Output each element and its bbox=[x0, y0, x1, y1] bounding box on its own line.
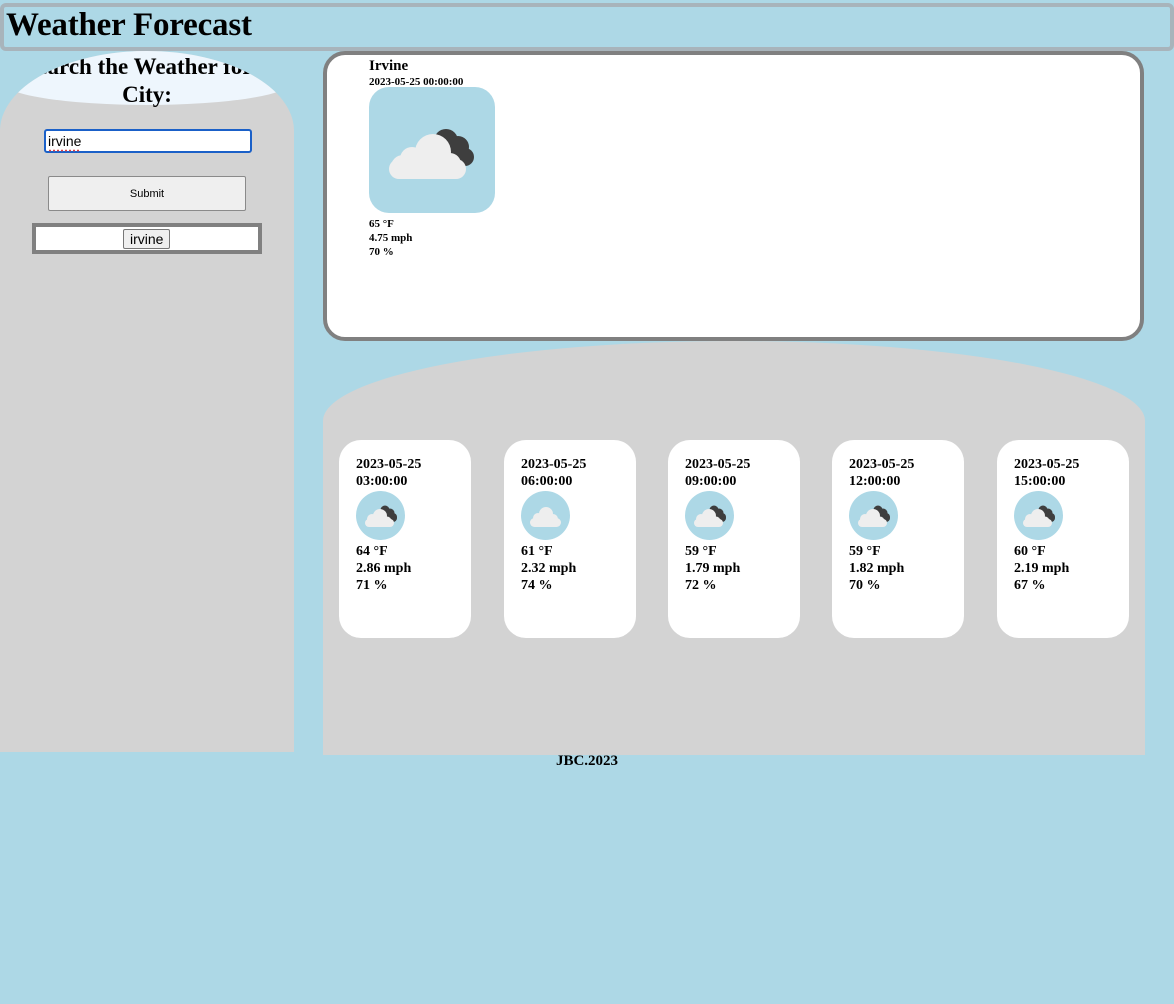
forecast-panel: 2023-05-25 03:00:00 64 °F 2.86 mph 71 % 2… bbox=[323, 341, 1145, 755]
cloud-icon bbox=[521, 491, 570, 540]
sidebar-title: Search the Weather for a City: bbox=[24, 54, 270, 107]
current-weather-card: Irvine 2023-05-25 00:00:00 65 °F 4.75 mp… bbox=[323, 51, 1144, 341]
search-sidebar: Search the Weather for a City: Submit ir… bbox=[0, 51, 294, 752]
forecast-datetime: 2023-05-25 12:00:00 bbox=[849, 457, 915, 489]
forecast-wind-speed: 1.82 mph bbox=[849, 561, 905, 576]
forecast-card: 2023-05-25 09:00:00 59 °F 1.79 mph 72 % bbox=[668, 440, 800, 638]
current-city-name: Irvine bbox=[369, 58, 409, 74]
forecast-wind-speed: 1.79 mph bbox=[685, 561, 741, 576]
cloudy-icon bbox=[356, 491, 405, 540]
submit-button[interactable]: Submit bbox=[48, 176, 246, 211]
forecast-datetime: 2023-05-25 09:00:00 bbox=[685, 457, 751, 489]
city-search-input[interactable] bbox=[44, 129, 252, 153]
forecast-humidity: 70 % bbox=[849, 578, 881, 593]
forecast-temperature: 64 °F bbox=[356, 544, 388, 559]
history-city-button[interactable]: irvine bbox=[123, 229, 171, 249]
page-title: Weather Forecast bbox=[6, 7, 252, 43]
forecast-card: 2023-05-25 06:00:00 61 °F 2.32 mph 74 % bbox=[504, 440, 636, 638]
cloudy-icon bbox=[1014, 491, 1063, 540]
page-footer: JBC.2023 bbox=[555, 753, 619, 769]
cloudy-icon bbox=[369, 87, 495, 213]
forecast-datetime: 2023-05-25 15:00:00 bbox=[1014, 457, 1080, 489]
forecast-datetime: 2023-05-25 03:00:00 bbox=[356, 457, 422, 489]
forecast-humidity: 74 % bbox=[521, 578, 553, 593]
forecast-wind-speed: 2.32 mph bbox=[521, 561, 577, 576]
forecast-temperature: 60 °F bbox=[1014, 544, 1046, 559]
cloudy-icon bbox=[685, 491, 734, 540]
page-header: Weather Forecast bbox=[0, 3, 1174, 51]
forecast-wind-speed: 2.19 mph bbox=[1014, 561, 1070, 576]
forecast-card: 2023-05-25 15:00:00 60 °F 2.19 mph 67 % bbox=[997, 440, 1129, 638]
forecast-humidity: 67 % bbox=[1014, 578, 1046, 593]
forecast-humidity: 71 % bbox=[356, 578, 388, 593]
forecast-humidity: 72 % bbox=[685, 578, 717, 593]
forecast-temperature: 59 °F bbox=[849, 544, 881, 559]
search-history: irvine bbox=[32, 223, 262, 254]
forecast-card: 2023-05-25 12:00:00 59 °F 1.82 mph 70 % bbox=[832, 440, 964, 638]
forecast-temperature: 61 °F bbox=[521, 544, 553, 559]
forecast-datetime: 2023-05-25 06:00:00 bbox=[521, 457, 587, 489]
forecast-temperature: 59 °F bbox=[685, 544, 717, 559]
cloudy-icon bbox=[849, 491, 898, 540]
forecast-wind-speed: 2.86 mph bbox=[356, 561, 412, 576]
forecast-card: 2023-05-25 03:00:00 64 °F 2.86 mph 71 % bbox=[339, 440, 471, 638]
current-humidity: 70 % bbox=[369, 246, 394, 258]
current-wind-speed: 4.75 mph bbox=[369, 232, 413, 244]
current-temperature: 65 °F bbox=[369, 218, 394, 230]
